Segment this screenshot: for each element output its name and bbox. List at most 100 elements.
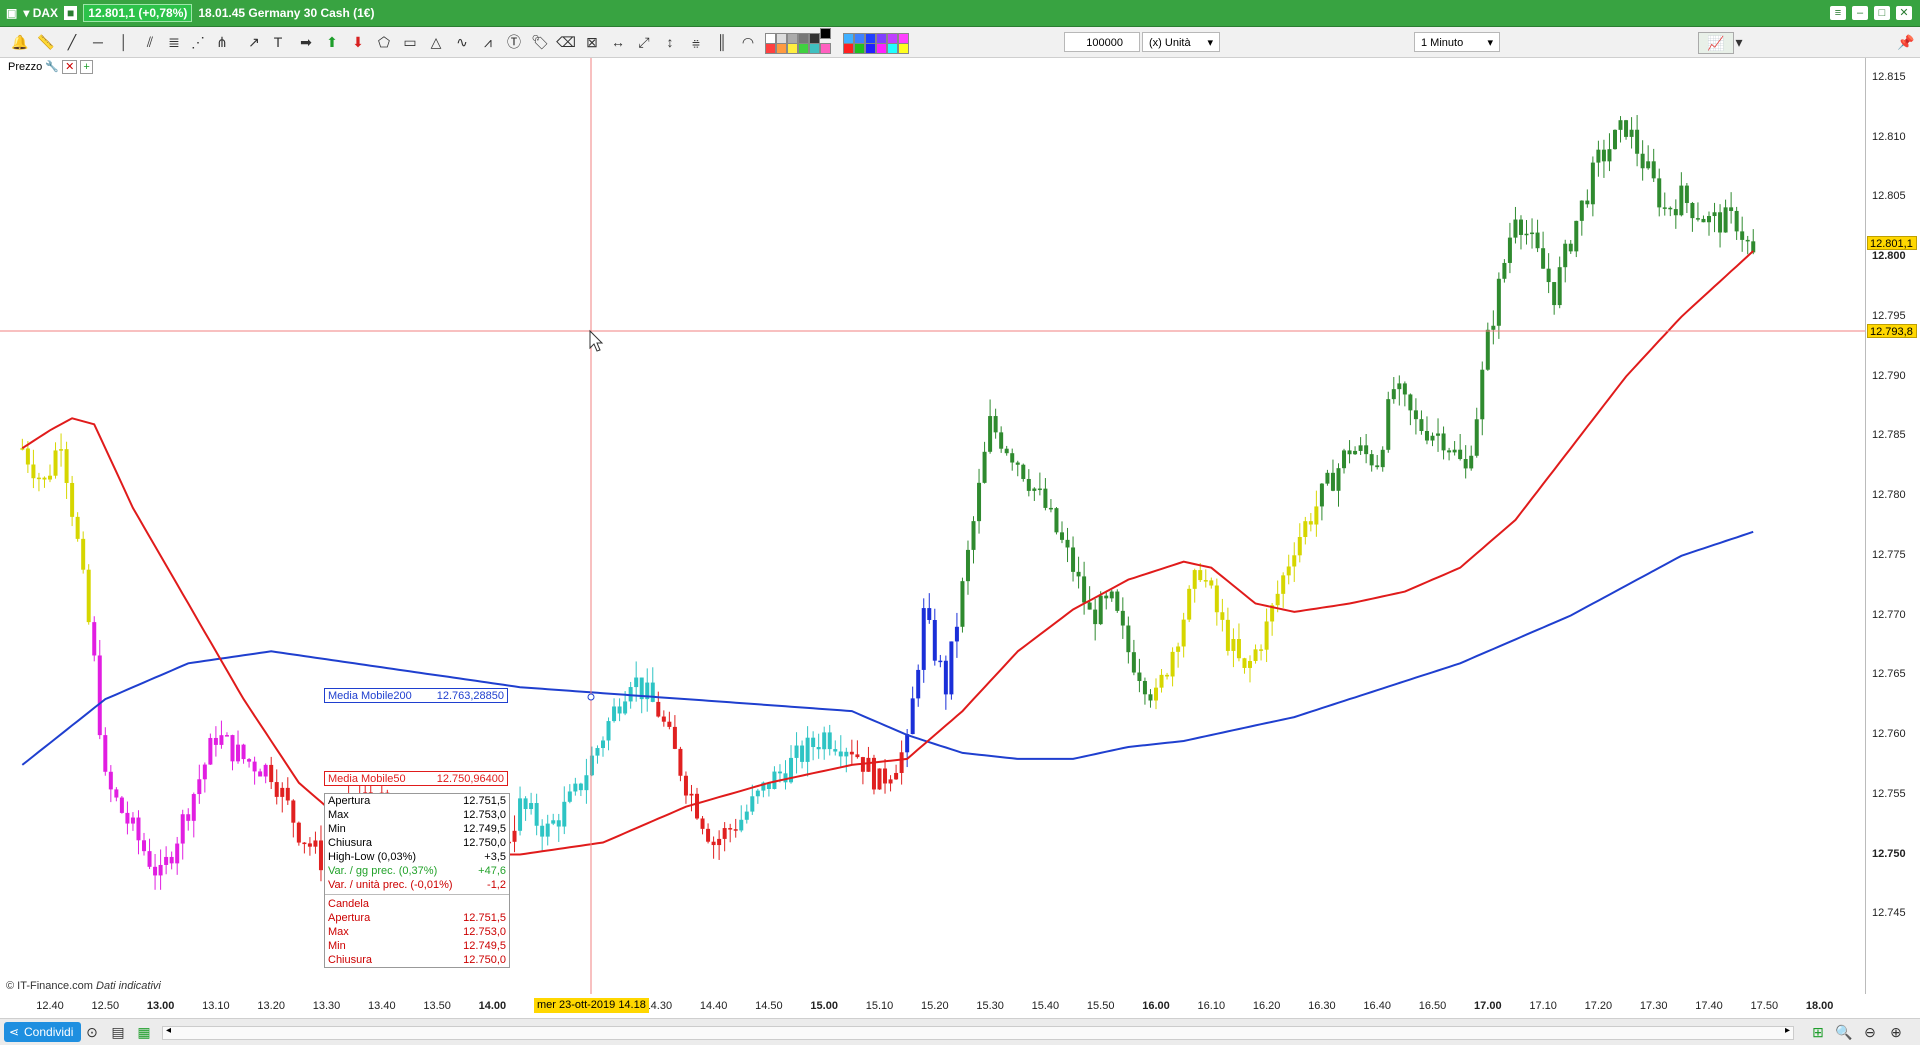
doc-icon[interactable]: ■	[64, 6, 78, 20]
range-icon[interactable]: ↔	[608, 32, 628, 52]
pitchfork-icon[interactable]: ⋔	[212, 32, 232, 52]
polygon-icon[interactable]: ⬠	[374, 32, 394, 52]
zoom-in-icon[interactable]: ⊕	[1886, 1022, 1906, 1042]
arrow-tool-icon[interactable]: ↗	[244, 32, 264, 52]
bell-icon[interactable]: 🔔	[10, 32, 30, 52]
print-icon[interactable]: ▤	[108, 1022, 128, 1042]
scroll-right-icon[interactable]: ▸	[1785, 1025, 1790, 1036]
maximize-button[interactable]: □	[1874, 6, 1890, 20]
candle-body	[683, 775, 688, 796]
horizontal-line-icon[interactable]: ─	[88, 32, 108, 52]
vertical-range-icon[interactable]: ↕	[660, 32, 680, 52]
candle-body	[86, 569, 91, 623]
text-circle-icon[interactable]: Ⓣ	[504, 32, 524, 52]
color-swatch-yellow2[interactable]	[898, 43, 909, 54]
arrow-down-icon[interactable]: ⬇	[348, 32, 368, 52]
color-swatch-magenta2[interactable]	[876, 43, 887, 54]
rectangle-icon[interactable]: ▭	[400, 32, 420, 52]
vertical-line-icon[interactable]: │	[114, 32, 134, 52]
symbol-dropdown[interactable]: ▾ DAX	[23, 6, 58, 20]
ruler-icon[interactable]: 📏	[36, 32, 56, 52]
channel-icon[interactable]: ⫽	[140, 32, 160, 52]
autoscale-icon[interactable]: ⊞	[1808, 1022, 1828, 1042]
drawing-toolbar: 🔔 📏 ╱ ─ │ ⫽ ≣ ⋰ ⋔ ↗ T ➡ ⬆ ⬇ ⬠ ▭ △ ∿ ⩘ Ⓣ …	[0, 27, 1920, 58]
timeframe-select[interactable]: 1 Minuto ▾	[1414, 32, 1500, 52]
color-swatch-yellow[interactable]	[787, 43, 798, 54]
candle-body	[1281, 575, 1286, 594]
candle-title-text: Candela	[328, 898, 369, 910]
candle-body	[1397, 383, 1402, 390]
candle-body	[965, 549, 970, 582]
candle-body	[1574, 220, 1579, 252]
candle-body	[728, 828, 733, 830]
window-icon[interactable]: ▣	[6, 6, 17, 20]
candle-body	[1579, 200, 1584, 221]
zigzag-icon[interactable]: ⩘	[478, 32, 498, 52]
delete-all-icon[interactable]: ⊠	[582, 32, 602, 52]
candle-body	[932, 619, 937, 661]
color-swatch-black[interactable]	[820, 28, 831, 39]
zoom-out-icon[interactable]: ⊖	[1860, 1022, 1880, 1042]
candle-body	[1458, 449, 1463, 460]
fibonacci-icon[interactable]: ≣	[164, 32, 184, 52]
pin-icon[interactable]: 📌	[1896, 32, 1916, 52]
price-chart[interactable]	[0, 58, 1865, 994]
scroll-left-icon[interactable]: ◂	[166, 1025, 171, 1036]
share-button[interactable]: ⋖ Condividi	[4, 1022, 82, 1042]
close-button[interactable]: ✕	[1896, 6, 1912, 20]
arrow-up-icon[interactable]: ⬆	[322, 32, 342, 52]
candle-body	[927, 608, 932, 620]
price-tick-label: 12.750	[1872, 847, 1906, 860]
candle-body	[562, 801, 567, 827]
bars-icon[interactable]: ║	[712, 32, 732, 52]
text-tool-icon[interactable]: T	[268, 32, 288, 52]
candle-body	[1192, 570, 1197, 589]
ma50-name: Media Mobile50	[328, 773, 406, 785]
candle-body	[1601, 149, 1606, 162]
chart-type-icon[interactable]: 📈	[1698, 32, 1734, 54]
color-swatch-blue2[interactable]	[865, 43, 876, 54]
eraser-icon[interactable]: ⌫	[556, 32, 576, 52]
ohlc-row: Min 12.749,5	[325, 822, 509, 836]
cursor-mode-icon[interactable]: ⊙	[82, 1022, 102, 1042]
candle-body	[1391, 389, 1396, 400]
candle-key: Max	[328, 926, 349, 938]
wave-icon[interactable]: ∿	[452, 32, 472, 52]
color-swatch-green[interactable]	[798, 43, 809, 54]
arrow-right-icon[interactable]: ➡	[296, 32, 316, 52]
gann-icon[interactable]: ⋰	[188, 32, 208, 52]
zoom-area-icon[interactable]: 🔍	[1834, 1022, 1854, 1042]
candle-body	[1585, 200, 1590, 205]
export-icon[interactable]: ▦	[134, 1022, 154, 1042]
regression-icon[interactable]: ⩷	[686, 32, 706, 52]
color-swatch-orange[interactable]	[776, 43, 787, 54]
triangle-icon[interactable]: △	[426, 32, 446, 52]
color-swatch-green2[interactable]	[854, 43, 865, 54]
ma200-value: 12.763,28850	[436, 690, 504, 702]
color-swatch-cyan[interactable]	[887, 43, 898, 54]
candle-body	[1430, 435, 1435, 441]
ohlc-value: +3,5	[484, 851, 506, 863]
measure-icon[interactable]: ⤢	[634, 32, 654, 52]
arc-icon[interactable]: ◠	[738, 32, 758, 52]
color-swatch-red[interactable]	[765, 43, 776, 54]
unit-select[interactable]: (x) Unità ▾	[1142, 32, 1220, 52]
minimize-button[interactable]: –	[1852, 6, 1868, 20]
candle-body	[656, 701, 661, 717]
trendline-icon[interactable]: ╱	[62, 32, 82, 52]
candle-body	[1259, 649, 1264, 651]
candle-body	[678, 748, 683, 776]
menu-icon[interactable]: ≡	[1830, 6, 1846, 20]
chart-type-chevron-icon[interactable]: ▾	[1734, 32, 1744, 52]
candle-body	[108, 771, 113, 790]
color-swatch-red2[interactable]	[843, 43, 854, 54]
candle-body	[252, 761, 257, 772]
label-icon[interactable]: 🏷	[530, 32, 550, 52]
candle-body	[97, 655, 102, 736]
crosshair-date-tag: mer 23-ott-2019 14.18	[534, 998, 649, 1013]
horizontal-scrollbar[interactable]: ◂ ▸	[162, 1025, 1794, 1040]
color-swatch-pink[interactable]	[820, 43, 831, 54]
color-swatch-teal[interactable]	[809, 43, 820, 54]
candle-body	[42, 477, 47, 480]
quantity-stepper[interactable]: 100000	[1064, 32, 1140, 52]
